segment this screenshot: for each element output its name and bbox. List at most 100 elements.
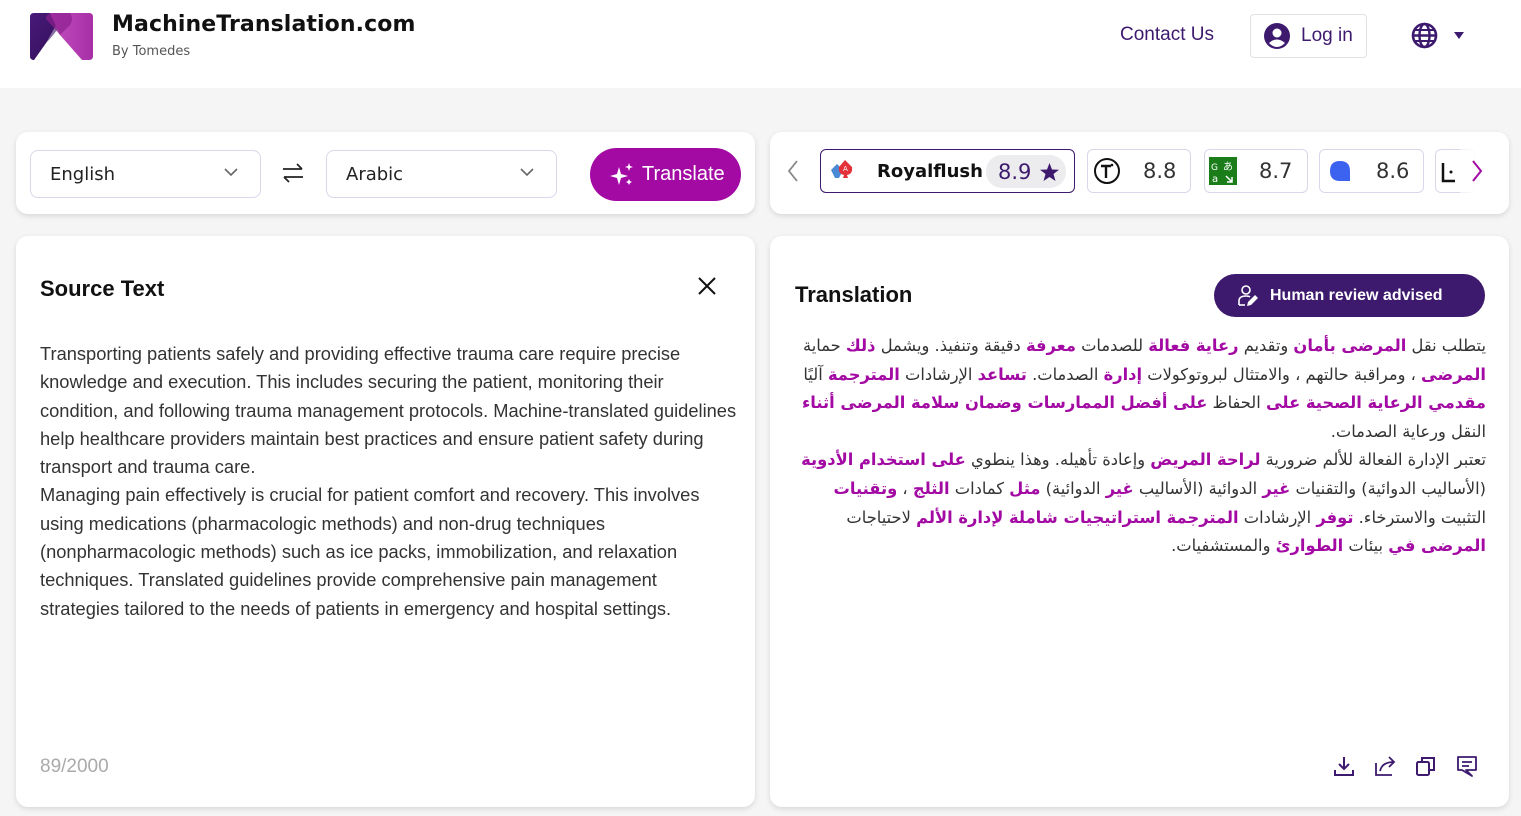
engine-3[interactable]: G あ a 8.7 <box>1204 149 1308 193</box>
google-translate-icon: G あ a <box>1209 157 1237 185</box>
copy-icon[interactable] <box>1415 755 1437 777</box>
chevron-left-icon[interactable] <box>786 159 800 183</box>
svg-text:あ: あ <box>1223 161 1233 173</box>
chevron-down-icon <box>224 168 238 177</box>
source-paragraph: Transporting patients safely and providi… <box>40 343 737 478</box>
translation-segment: الدوائية) <box>1040 478 1106 498</box>
star-icon <box>1040 162 1060 181</box>
globe-icon <box>1411 22 1438 49</box>
download-icon[interactable] <box>1333 755 1355 777</box>
highlighted-term[interactable]: على أفضل الممارسات وضمان سلامة المرضى أث… <box>802 393 1207 412</box>
chevron-right-icon[interactable] <box>1470 159 1484 183</box>
highlighted-term[interactable]: ذلك <box>846 336 876 355</box>
target-language-select[interactable]: Arabic <box>326 150 557 198</box>
translation-segment: الدوائية (الأساليب <box>1133 478 1263 498</box>
highlighted-term[interactable]: مثل <box>1009 479 1040 498</box>
translation-segment: لاحتياجات <box>846 507 917 527</box>
translation-segment: كمادات <box>949 478 1010 498</box>
engine-fade <box>1460 132 1509 214</box>
engine-score-pill: 8.9 <box>986 155 1066 188</box>
translation-paragraph: تعتبر الإدارة الفعالة للألم ضرورية لراحة… <box>798 446 1486 560</box>
highlighted-term[interactable]: غير <box>1262 479 1290 498</box>
highlighted-term[interactable]: الثلج <box>913 479 950 498</box>
translation-segment: الصدمات. <box>1026 364 1104 384</box>
language-bar: English Arabic Translate <box>16 132 755 214</box>
translation-segment: ، <box>897 478 913 498</box>
translation-segment: الإرشادات <box>1238 507 1317 527</box>
source-language-select[interactable]: English <box>30 150 261 198</box>
translation-segment: تعتبر الإدارة الفعالة للألم ضرورية <box>1260 450 1486 470</box>
highlighted-term[interactable]: رعاية فعالة <box>1148 336 1238 355</box>
highlighted-term[interactable]: إدارة <box>1104 365 1143 384</box>
engine-score: 8.9 <box>998 159 1032 184</box>
svg-text:G: G <box>1211 163 1218 173</box>
source-panel: Source Text Transporting patients safely… <box>16 236 755 807</box>
highlighted-term[interactable]: غير <box>1106 479 1134 498</box>
royalflush-cards-icon: A <box>831 160 853 178</box>
language-menu[interactable] <box>1411 22 1464 49</box>
source-title: Source Text <box>40 276 165 301</box>
highlighted-term[interactable]: الطوارئ <box>1276 536 1344 555</box>
engine-4[interactable]: 8.6 <box>1319 149 1424 193</box>
translation-actions <box>1333 755 1478 777</box>
engine-selector: A Royalflush 8.9 8.8 G あ a 8.7 8.6 <box>770 132 1509 214</box>
highlighted-term[interactable]: توفر <box>1316 508 1353 527</box>
translation-segment: للصدمات <box>1075 336 1149 355</box>
highlighted-term[interactable]: المرضى بأمان <box>1293 336 1406 355</box>
highlighted-term[interactable]: وتقنيات <box>834 479 898 498</box>
swap-arrows-icon[interactable] <box>280 162 306 184</box>
translate-button[interactable]: Translate <box>590 148 741 201</box>
target-language-value: Arabic <box>346 163 404 185</box>
highlighted-term[interactable]: لراحة المريض <box>1150 450 1260 469</box>
translation-segment: دقيقة وتنفيذ. ويشمل <box>875 336 1026 355</box>
engine-2[interactable]: 8.8 <box>1087 149 1191 193</box>
highlighted-term[interactable]: معرفة <box>1026 336 1076 355</box>
translation-segment: (الأساليب الدوائية) والتقنيات <box>1290 478 1486 498</box>
translation-segment: الإرشادات <box>899 364 978 384</box>
source-paragraph: Managing pain effectively is crucial for… <box>40 484 700 619</box>
highlighted-term[interactable]: مقدمي الرعاية الصحية على <box>1266 393 1486 412</box>
brand-logo[interactable] <box>30 13 93 60</box>
translation-title: Translation <box>795 282 913 307</box>
translation-segment: التثبيت والاسترخاء. <box>1353 507 1486 527</box>
svg-text:A: A <box>843 165 848 173</box>
header: MachineTranslation.com By Tomedes Contac… <box>0 0 1521 88</box>
translation-segment: النقل ورعاية الصدمات. <box>1330 421 1486 441</box>
source-language-value: English <box>50 163 115 185</box>
translation-segment: وإعادة تأهيله. وهذا ينطوي <box>965 450 1151 470</box>
engine-score: 8.6 <box>1376 159 1410 183</box>
translation-panel: Translation Human review advised يتطلب ن… <box>770 236 1509 807</box>
contact-us-link[interactable]: Contact Us <box>1120 24 1214 46</box>
login-button[interactable]: Log in <box>1250 14 1367 58</box>
highlighted-term[interactable]: المرضى <box>1421 365 1486 384</box>
highlighted-term[interactable]: على استخدام الأدوية <box>801 450 966 469</box>
translation-segment: آليًا <box>803 364 828 384</box>
translation-paragraph: يتطلب نقل المرضى بأمان وتقديم رعاية فعال… <box>798 332 1486 446</box>
source-text-input[interactable]: Transporting patients safely and providi… <box>40 340 740 623</box>
human-review-icon <box>1238 284 1258 306</box>
chevron-down-icon <box>520 168 534 177</box>
share-icon[interactable] <box>1374 755 1396 777</box>
comment-icon[interactable] <box>1456 755 1478 777</box>
highlighted-term[interactable]: المترجمة <box>828 365 900 384</box>
translate-label: Translate <box>642 163 725 185</box>
close-icon[interactable] <box>697 276 717 296</box>
engine-score: 8.7 <box>1259 159 1293 183</box>
brand-subtitle: By Tomedes <box>112 44 191 59</box>
engine-name: Royalflush <box>877 160 983 182</box>
translation-segment: بيئات <box>1343 536 1389 556</box>
human-review-badge[interactable]: Human review advised <box>1214 274 1485 317</box>
caret-down-icon <box>1454 32 1464 39</box>
user-circle-icon <box>1264 23 1290 49</box>
svg-text:a: a <box>1212 174 1218 185</box>
highlighted-term[interactable]: المترجمة استراتيجيات شاملة لإدارة الألم <box>916 508 1239 527</box>
highlighted-term[interactable]: المرضى في <box>1388 536 1486 555</box>
translation-segment: حماية <box>803 336 846 355</box>
highlighted-term[interactable]: تساعد <box>978 365 1027 384</box>
brand-title: MachineTranslation.com <box>112 12 416 37</box>
translation-segment: يتطلب نقل <box>1406 336 1486 355</box>
character-count: 89/2000 <box>40 756 109 777</box>
translation-segment: وتقديم <box>1238 336 1294 355</box>
translation-segment: والمستشفيات. <box>1171 536 1276 556</box>
engine-royalflush[interactable]: A Royalflush 8.9 <box>820 149 1075 193</box>
